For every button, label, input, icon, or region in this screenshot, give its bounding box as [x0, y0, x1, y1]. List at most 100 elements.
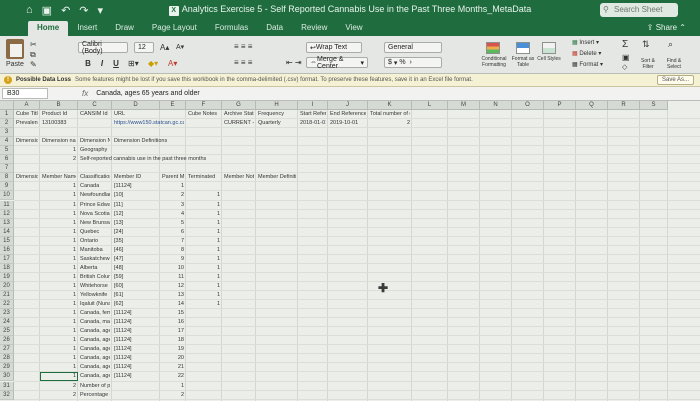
- conditional-formatting-icon[interactable]: [486, 42, 500, 54]
- currency-button[interactable]: $: [388, 59, 392, 66]
- member-name[interactable]: Newfoundland: [80, 191, 110, 200]
- member-id[interactable]: 4: [162, 210, 184, 219]
- parent-member-id[interactable]: 1: [188, 246, 220, 255]
- dimension-name-cell[interactable]: Self-reported cannabis use in the past t…: [80, 155, 220, 164]
- row-header[interactable]: 24: [0, 318, 14, 328]
- member-name[interactable]: Canada, ages: [80, 363, 110, 372]
- member-id[interactable]: 12: [162, 282, 184, 291]
- member-classification[interactable]: [47]: [114, 255, 158, 264]
- member-classification[interactable]: [62]: [114, 300, 158, 309]
- row-header[interactable]: 11: [0, 200, 14, 210]
- member-dimension-id[interactable]: 1: [42, 255, 76, 264]
- frequency-value[interactable]: Quarterly: [258, 119, 296, 128]
- row-header[interactable]: 2: [0, 119, 14, 129]
- header-cell[interactable]: Product Id: [42, 110, 76, 119]
- bold-button[interactable]: B: [82, 58, 94, 70]
- underline-button[interactable]: U: [110, 58, 122, 70]
- header-cell[interactable]: Member Definitions: [258, 173, 296, 182]
- comma-icon[interactable]: ›: [408, 59, 411, 66]
- member-dimension-id[interactable]: 1: [42, 273, 76, 282]
- header-cell[interactable]: End Reference Period: [330, 110, 366, 119]
- header-cell[interactable]: URL: [114, 110, 158, 119]
- row-header[interactable]: 3: [0, 128, 14, 138]
- align-top-icon[interactable]: ≡ ≡ ≡: [234, 42, 252, 51]
- member-name[interactable]: New Brunswick: [80, 219, 110, 228]
- search-sheet-input[interactable]: ⚲ Search Sheet: [600, 3, 678, 17]
- sort-filter-label[interactable]: Sort & Filter: [638, 58, 658, 70]
- member-id[interactable]: 1: [162, 382, 184, 391]
- column-header[interactable]: K: [368, 101, 412, 110]
- column-header[interactable]: N: [480, 101, 512, 110]
- member-name[interactable]: Canada, males: [80, 318, 110, 327]
- member-dimension-id[interactable]: 1: [42, 264, 76, 273]
- row-header[interactable]: 13: [0, 218, 14, 228]
- parent-member-id[interactable]: 1: [188, 282, 220, 291]
- number-format-buttons[interactable]: $ ▾ % ›: [384, 57, 442, 68]
- row-header[interactable]: 25: [0, 327, 14, 337]
- member-name[interactable]: Ontario: [80, 237, 110, 246]
- row-header[interactable]: 29: [0, 363, 14, 373]
- member-id[interactable]: 6: [162, 228, 184, 237]
- parent-member-id[interactable]: 1: [188, 237, 220, 246]
- indent-icon[interactable]: ⇤ ⇥: [286, 58, 302, 67]
- find-select-icon[interactable]: ⌕: [668, 39, 673, 50]
- column-header[interactable]: H: [256, 101, 298, 110]
- member-name[interactable]: Number of people: [80, 382, 110, 391]
- row-header[interactable]: 17: [0, 254, 14, 264]
- member-id[interactable]: 17: [162, 327, 184, 336]
- member-name[interactable]: British Columbia: [80, 273, 110, 282]
- column-header[interactable]: M: [448, 101, 480, 110]
- find-select-label[interactable]: Find & Select: [662, 58, 686, 70]
- row-header[interactable]: 15: [0, 236, 14, 246]
- member-id[interactable]: 5: [162, 219, 184, 228]
- header-cell[interactable]: Start Reference Period: [300, 110, 326, 119]
- header-cell[interactable]: Member ID: [114, 173, 158, 182]
- dimension-id-cell[interactable]: 1: [42, 146, 76, 155]
- merge-center-button[interactable]: ⇔ Merge & Center ▾: [306, 56, 368, 70]
- member-id[interactable]: 13: [162, 291, 184, 300]
- column-header[interactable]: P: [544, 101, 576, 110]
- column-header[interactable]: Q: [576, 101, 608, 110]
- format-painter-icon[interactable]: ✎: [30, 60, 37, 69]
- column-header[interactable]: D: [112, 101, 160, 110]
- column-header[interactable]: S: [640, 101, 668, 110]
- header-cell[interactable]: Member Notes: [224, 173, 254, 182]
- align-left-icon[interactable]: ≡ ≡ ≡: [234, 58, 252, 67]
- member-dimension-id[interactable]: 1: [42, 210, 76, 219]
- row-header[interactable]: 31: [0, 381, 14, 391]
- number-format-select[interactable]: General: [384, 42, 442, 53]
- member-name[interactable]: Canada: [80, 182, 110, 191]
- member-dimension-id[interactable]: 1: [42, 345, 76, 354]
- member-id[interactable]: 18: [162, 336, 184, 345]
- row-header[interactable]: 28: [0, 354, 14, 364]
- member-dimension-id[interactable]: 1: [42, 182, 76, 191]
- member-name[interactable]: Iqaluit (Nunavut): [80, 300, 110, 309]
- row-header[interactable]: 16: [0, 245, 14, 255]
- member-classification[interactable]: [46]: [114, 246, 158, 255]
- header-cell[interactable]: Total number of dimensions: [370, 110, 410, 119]
- url-link[interactable]: https://www150.statcan.gc.ca: [114, 119, 184, 128]
- row-header[interactable]: 20: [0, 281, 14, 291]
- name-box[interactable]: B30: [2, 88, 48, 99]
- member-dimension-id[interactable]: 2: [42, 382, 76, 391]
- column-header[interactable]: A: [14, 101, 40, 110]
- member-id[interactable]: 2: [162, 391, 184, 400]
- row-header[interactable]: 14: [0, 227, 14, 237]
- row-header[interactable]: 19: [0, 272, 14, 282]
- insert-cells-button[interactable]: ▦ Insert ▾: [572, 39, 599, 46]
- fx-icon[interactable]: fx: [82, 89, 88, 98]
- parent-member-id[interactable]: 1: [188, 219, 220, 228]
- column-header[interactable]: O: [512, 101, 544, 110]
- member-dimension-id[interactable]: 2: [42, 391, 76, 400]
- member-classification[interactable]: [11124]: [114, 363, 158, 372]
- fill-icon[interactable]: ▣: [622, 53, 630, 62]
- member-classification[interactable]: [59]: [114, 273, 158, 282]
- dimension-name-cell[interactable]: Geography: [80, 146, 158, 155]
- member-classification[interactable]: [11124]: [114, 182, 158, 191]
- header-cell[interactable]: Dimension name: [42, 137, 76, 146]
- member-name[interactable]: Percentage of people: [80, 391, 110, 400]
- row-header[interactable]: 26: [0, 336, 14, 346]
- member-dimension-id[interactable]: 1: [42, 318, 76, 327]
- row-header[interactable]: 6: [0, 155, 14, 165]
- row-header[interactable]: 18: [0, 263, 14, 273]
